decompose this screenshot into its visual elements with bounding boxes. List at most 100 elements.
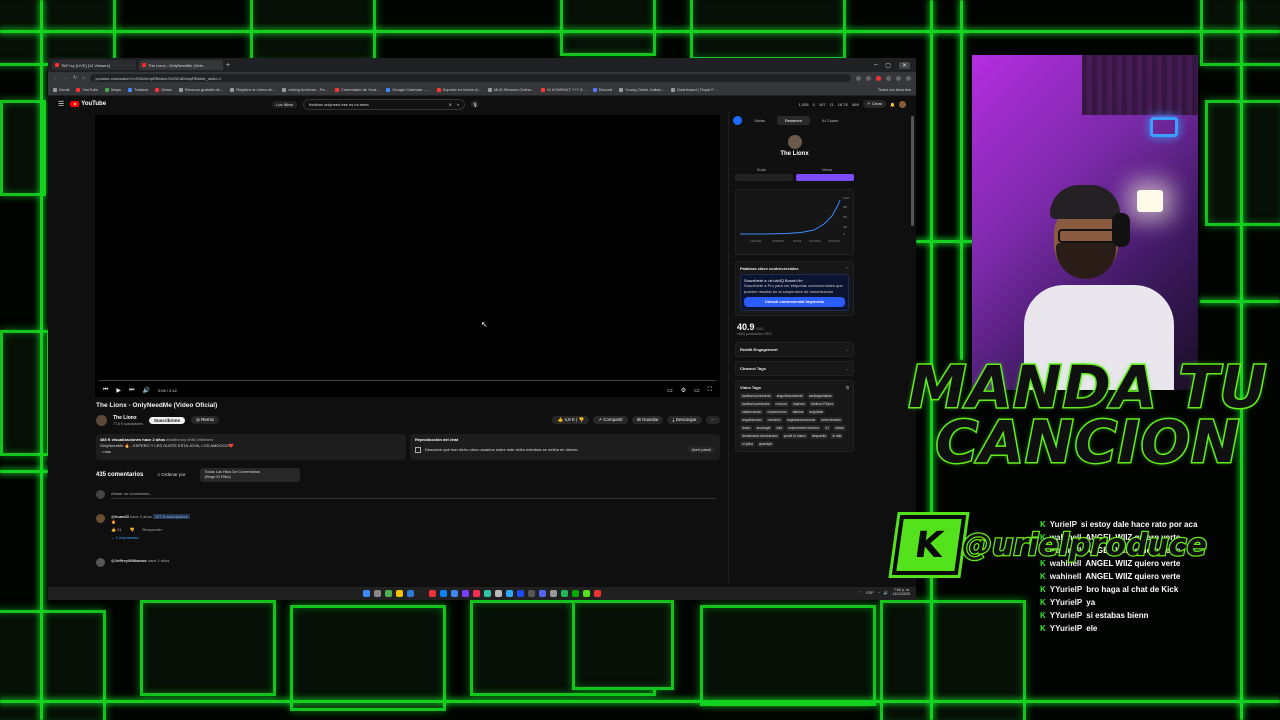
replies-toggle[interactable]: ⌄ 2 respuestas [111, 535, 190, 540]
video-tag[interactable]: anguildar [807, 408, 826, 415]
next-icon[interactable]: ⏭ [129, 387, 134, 394]
bookmark-item[interactable]: Young Ozbei, Italian... [619, 87, 664, 92]
bookmark-item[interactable]: MLB Streams Online... [488, 87, 534, 92]
previous-icon[interactable]: ⏮ [103, 387, 108, 394]
video-tag[interactable]: anguilaeclusuoorta [784, 416, 818, 423]
app-icon[interactable] [517, 590, 524, 597]
all-bookmarks[interactable]: Todos los favoritos [878, 87, 911, 92]
video-player[interactable]: ↖ ⏮ ▶ ⏭ 🔊 0:06 / 2:42 ▭ ⚙ ▭ ⛶ [95, 115, 720, 397]
channel-avatar[interactable] [96, 414, 107, 426]
settings-icon[interactable]: ⚙ [681, 387, 686, 394]
clock[interactable]: 7:50 p. m. 14/11/2025 [892, 588, 910, 597]
app-icon[interactable] [528, 590, 535, 597]
bookmark-item[interactable]: YouTube [76, 87, 98, 92]
chat-username[interactable]: YYurielP [1050, 622, 1082, 635]
reply-button[interactable]: Responder [143, 527, 163, 532]
video-tag[interactable]: mooterio [765, 416, 783, 423]
share-icon[interactable] [856, 75, 861, 81]
reddit-section[interactable]: Reddit Engagement ⌄ [735, 341, 854, 357]
reload-icon[interactable]: ↻ [73, 75, 77, 81]
chat-username[interactable]: YYurielP [1050, 609, 1082, 622]
bookmark-item[interactable]: mixing Archives - Pa... [282, 87, 328, 92]
unlock-button[interactable]: Unlock controversial keywords [744, 297, 845, 307]
spotify-icon[interactable] [561, 590, 568, 597]
video-tag[interactable]: dominicano dominicano [740, 432, 780, 439]
home-icon[interactable]: ⌂ [82, 75, 85, 81]
video-tag[interactable]: drako [740, 424, 753, 431]
bookmark-item[interactable]: Google Calendar - ... [386, 87, 430, 92]
folder-icon[interactable] [396, 590, 403, 597]
video-tag[interactable]: mykemovers [765, 408, 789, 415]
like-button[interactable]: 👍 31 [111, 527, 122, 532]
bookmark-item[interactable]: Soporte en forma di... [436, 87, 481, 92]
profile-icon[interactable] [896, 75, 901, 81]
back-icon[interactable]: ← [53, 75, 58, 81]
bookmark-item[interactable]: Gmail [53, 87, 69, 92]
bookmark-item[interactable]: Discord [592, 87, 612, 92]
video-tag[interactable]: yoviel el malvo [781, 432, 808, 439]
theater-icon[interactable]: ▭ [694, 387, 700, 394]
bookmark-item[interactable]: Comentario de Yout... [334, 87, 379, 92]
chevron-up-icon[interactable]: ⌃ [846, 266, 849, 271]
sort-button[interactable]: ≡ Ordenar por [157, 472, 185, 477]
download-button[interactable]: ⤓ Descargar [667, 416, 702, 424]
bookmark-item[interactable]: Dashboard | Royal F... [671, 87, 717, 92]
video-tag[interactable]: takicha [790, 408, 806, 415]
app-icon[interactable] [462, 590, 469, 597]
comment-input[interactable]: Añadir un comentario... [111, 491, 716, 499]
start-icon[interactable] [363, 590, 370, 597]
extension-icon[interactable] [876, 75, 881, 81]
app-icon[interactable] [484, 590, 491, 597]
app-icon[interactable] [440, 590, 447, 597]
tab-ai-coach[interactable]: AI Coach [814, 116, 846, 125]
description-box[interactable]: 483 K visualizaciones hace 2 años #badbu… [96, 434, 406, 460]
chevron-up-icon[interactable]: ⌃ [859, 591, 862, 595]
progress-bar[interactable] [99, 380, 716, 381]
mic-icon[interactable]: 🎙 [471, 100, 480, 108]
youtube-logo[interactable]: YouTube [70, 101, 106, 107]
video-tag[interactable]: bad [774, 424, 785, 431]
browser-tab-active[interactable]: The Lionx - OnlyNeedMe (Vide... [139, 60, 223, 70]
language-indicator[interactable]: ESP [866, 591, 873, 595]
app-icon[interactable] [550, 590, 557, 597]
bookmark-item[interactable]: Registro en línea de... [230, 87, 275, 92]
filters-button[interactable]: Los filtros [272, 100, 298, 108]
new-tab-button[interactable]: + [226, 62, 230, 69]
volume-icon[interactable]: 🔊 [142, 387, 149, 394]
bookmark-item[interactable]: Traducir [127, 87, 148, 92]
tab-vistas[interactable]: Vistas [746, 116, 773, 125]
subtitles-icon[interactable]: ▭ [667, 387, 673, 394]
chat-username[interactable]: YYurielP [1050, 596, 1082, 609]
scrollbar[interactable] [911, 116, 914, 226]
video-tag[interactable]: rochyrd [773, 400, 789, 407]
wifi-icon[interactable]: ◔ [878, 591, 880, 595]
app-icon[interactable] [418, 590, 425, 597]
video-tag[interactable]: anuangel [754, 424, 773, 431]
hamburger-menu-icon[interactable]: ☰ [58, 100, 64, 108]
app-icon[interactable] [385, 590, 392, 597]
search-input[interactable]: thelionx onlyneed ese es mi tema ✕ ⌕ [303, 98, 466, 110]
play-icon[interactable]: ▶ [116, 387, 121, 394]
dislike-icon[interactable]: 👎 [130, 527, 135, 532]
video-tag[interactable]: badbunnyneworks [740, 400, 772, 407]
video-tag[interactable]: anguildorado [740, 416, 764, 423]
avatar[interactable] [899, 100, 906, 108]
tab-resumen[interactable]: Resumen [776, 116, 810, 125]
remix-button[interactable]: ◎ Remix [190, 416, 219, 424]
subscribe-button[interactable]: Suscribirme [148, 416, 185, 424]
video-tag[interactable]: bebeobrotolo [819, 416, 844, 423]
open-panel-button[interactable]: Abrir panel [687, 446, 715, 453]
kick-icon[interactable] [583, 590, 590, 597]
maximize-icon[interactable]: ▢ [885, 62, 891, 69]
video-tag[interactable]: oficial [833, 424, 846, 431]
chat-username[interactable]: YYurielP [1050, 583, 1082, 596]
discord-icon[interactable] [539, 590, 546, 597]
show-more-link[interactable]: ...más [100, 449, 402, 455]
notifications-icon[interactable]: 🔔 [890, 102, 895, 107]
subs-views-toggle[interactable] [729, 172, 860, 183]
close-icon[interactable]: ✕ [898, 61, 910, 69]
bookmark-item[interactable]: Music [155, 87, 172, 92]
app-icon[interactable] [506, 590, 513, 597]
clear-icon[interactable]: ✕ [449, 102, 452, 107]
volume-icon[interactable]: 🔊 [884, 591, 888, 595]
